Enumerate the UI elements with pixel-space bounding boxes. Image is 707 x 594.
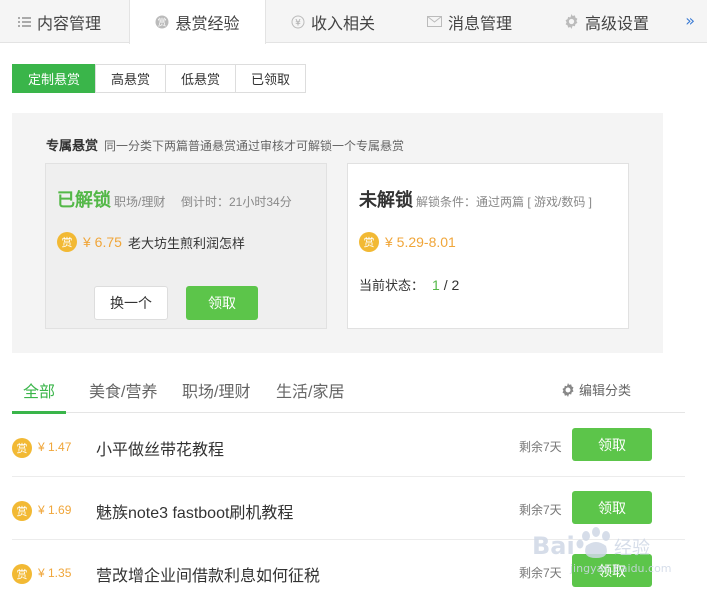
baidu-watermark: Bai 经验 jingyan.baidu.com bbox=[530, 520, 680, 580]
reward-amount: ¥ 6.75 bbox=[83, 234, 122, 250]
tab-label: 消息管理 bbox=[448, 15, 513, 33]
list-icon bbox=[18, 16, 31, 28]
exclusive-title: 专属悬赏 bbox=[46, 138, 99, 153]
tab-advanced-settings[interactable]: 高级设置 bbox=[564, 0, 649, 43]
category-tab-food[interactable]: 美食/营养 bbox=[89, 366, 157, 413]
reward-icon: 赏 bbox=[155, 15, 169, 29]
task-row: 赏 ¥ 1.47 小平做丝带花教程 剩余7天 领取 bbox=[12, 414, 685, 477]
exclusive-reward-panel: 专属悬赏 同一分类下两篇普通悬赏通过审核才可解锁一个专属悬赏 已解锁 职场/理财 … bbox=[12, 113, 663, 353]
tab-content-management[interactable]: 内容管理 bbox=[18, 0, 101, 43]
task-remaining: 剩余7天 bbox=[519, 503, 562, 517]
edit-category-button[interactable]: 编辑分类 bbox=[561, 366, 631, 413]
unlocked-reward: 赏 ¥ 6.75 老大坊生煎利润怎样 bbox=[57, 232, 245, 252]
tab-messages[interactable]: 消息管理 bbox=[427, 0, 512, 43]
unlocked-card: 已解锁 职场/理财 倒计时：21小时34分 赏 ¥ 6.75 老大坊生煎利润怎样… bbox=[45, 163, 327, 329]
status-current: 1 bbox=[432, 277, 440, 293]
tab-label: 内容管理 bbox=[37, 15, 102, 33]
category-tab-career[interactable]: 职场/理财 bbox=[182, 366, 250, 413]
yen-icon: ¥ bbox=[291, 15, 305, 29]
tab-label: 悬赏经验 bbox=[175, 16, 240, 33]
task-amount: ¥ 1.47 bbox=[38, 440, 72, 454]
svg-text:Bai: Bai bbox=[532, 532, 575, 560]
gear-icon bbox=[562, 382, 574, 397]
reward-badge-icon: 赏 bbox=[12, 564, 32, 584]
task-title[interactable]: 小平做丝带花教程 bbox=[96, 436, 224, 460]
task-title[interactable]: 营改增企业间借款利息如何征税 bbox=[96, 562, 320, 586]
category-tab-home[interactable]: 生活/家居 bbox=[276, 366, 344, 413]
envelope-icon bbox=[427, 16, 442, 27]
subtab-low-reward[interactable]: 低悬赏 bbox=[165, 64, 237, 93]
svg-text:经验: 经验 bbox=[614, 538, 650, 559]
category-tab-all[interactable]: 全部 bbox=[12, 366, 66, 414]
tab-income[interactable]: ¥ 收入相关 bbox=[291, 0, 375, 43]
subtab-high-reward[interactable]: 高悬赏 bbox=[95, 64, 167, 93]
tab-label: 高级设置 bbox=[585, 15, 650, 33]
locked-reward: 赏 ¥ 5.29-8.01 bbox=[359, 232, 462, 252]
category-tabs: 全部 美食/营养 职场/理财 生活/家居 编辑分类 bbox=[12, 366, 685, 414]
gear-icon bbox=[564, 14, 579, 29]
subtab-claimed[interactable]: 已领取 bbox=[235, 64, 307, 93]
claim-button[interactable]: 领取 bbox=[572, 428, 652, 461]
locked-title: 未解锁 bbox=[359, 190, 413, 210]
tab-reward-experience[interactable]: 赏 悬赏经验 bbox=[129, 0, 266, 44]
reward-badge-icon: 赏 bbox=[12, 438, 32, 458]
top-tab-bar: 内容管理 赏 悬赏经验 ¥ 收入相关 消息管理 高级设置 » bbox=[0, 0, 707, 44]
svg-text:jingyan.baidu.com: jingyan.baidu.com bbox=[569, 562, 672, 575]
subtab-custom-reward[interactable]: 定制悬赏 bbox=[12, 64, 97, 93]
reward-badge-icon: 赏 bbox=[57, 232, 77, 252]
reward-filter-tabs: 定制悬赏 高悬赏 低悬赏 已领取 bbox=[12, 64, 307, 93]
unlock-status: 当前状态： 1 / 2 bbox=[359, 275, 459, 294]
tab-label: 收入相关 bbox=[311, 15, 376, 33]
svg-text:赏: 赏 bbox=[158, 17, 167, 29]
unlocked-title: 已解锁 bbox=[57, 190, 111, 210]
change-button[interactable]: 换一个 bbox=[94, 286, 168, 320]
reward-question[interactable]: 老大坊生煎利润怎样 bbox=[128, 233, 245, 252]
reward-badge-icon: 赏 bbox=[12, 501, 32, 521]
task-remaining: 剩余7天 bbox=[519, 440, 562, 454]
reward-badge-icon: 赏 bbox=[359, 232, 379, 252]
unlock-condition: 解锁条件：通过两篇 [ 游戏/数码 ] bbox=[416, 195, 593, 209]
reward-amount-range: ¥ 5.29-8.01 bbox=[385, 234, 456, 250]
unlocked-category: 职场/理财 bbox=[114, 195, 166, 209]
locked-card: 未解锁 解锁条件：通过两篇 [ 游戏/数码 ] 赏 ¥ 5.29-8.01 当前… bbox=[347, 163, 629, 329]
svg-text:¥: ¥ bbox=[295, 18, 301, 28]
status-total: / 2 bbox=[439, 277, 460, 293]
task-amount: ¥ 1.35 bbox=[38, 566, 72, 580]
task-amount: ¥ 1.69 bbox=[38, 503, 72, 517]
exclusive-description: 同一分类下两篇普通悬赏通过审核才可解锁一个专属悬赏 bbox=[104, 139, 405, 153]
edit-category-label: 编辑分类 bbox=[578, 383, 631, 398]
more-tabs-button[interactable]: » bbox=[685, 11, 695, 30]
claim-button[interactable]: 领取 bbox=[186, 286, 258, 320]
status-label: 当前状态： bbox=[359, 278, 425, 293]
task-title[interactable]: 魅族note3 fastboot刷机教程 bbox=[96, 499, 293, 523]
exclusive-header: 专属悬赏 同一分类下两篇普通悬赏通过审核才可解锁一个专属悬赏 bbox=[46, 135, 404, 154]
unlocked-countdown: 倒计时：21小时34分 bbox=[181, 195, 292, 209]
